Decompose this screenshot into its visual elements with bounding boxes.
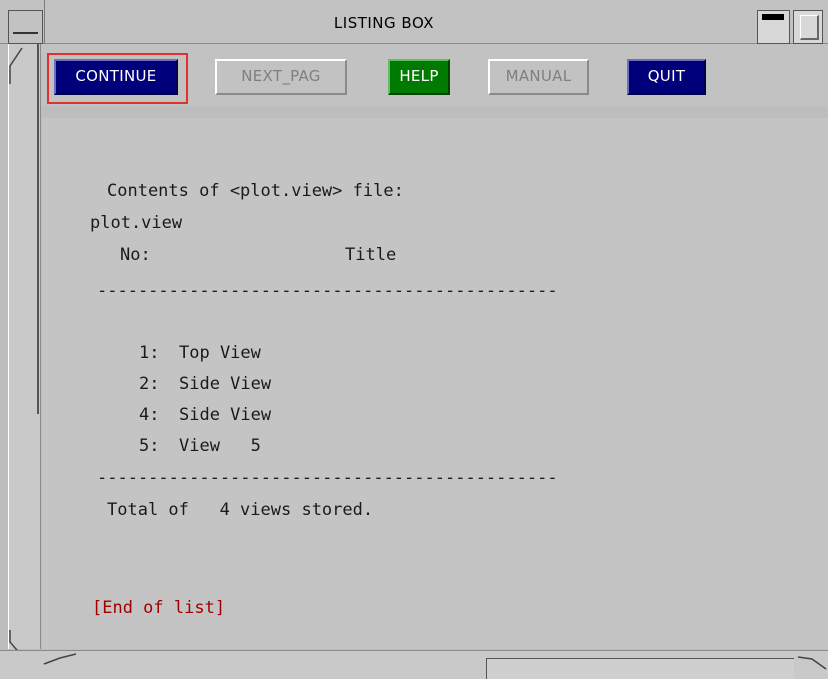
- resize-grip-icon: [43, 653, 77, 665]
- maximize-button[interactable]: [793, 10, 823, 44]
- end-of-list-text: [End of list]: [92, 598, 226, 618]
- separator-line: ----------------------------------------…: [97, 281, 558, 301]
- row-number: 5:: [139, 436, 160, 456]
- listing-filename: plot.view: [90, 213, 183, 233]
- minimize-icon: [762, 14, 784, 20]
- window-title: LISTING BOX: [333, 14, 435, 32]
- menu-bar-icon: [13, 32, 38, 34]
- resize-corner-top-icon: [9, 47, 23, 84]
- minimize-button[interactable]: [757, 10, 790, 44]
- column-header-title: Title: [345, 245, 397, 265]
- next-page-button[interactable]: NEXT_PAG: [215, 59, 347, 95]
- resize-corner-icon[interactable]: [796, 655, 828, 679]
- column-header-no: No:: [120, 245, 151, 265]
- manual-button[interactable]: MANUAL: [488, 59, 589, 95]
- row-title: Top View: [179, 343, 261, 363]
- total-summary: Total of 4 views stored.: [107, 500, 374, 520]
- listing-header: Contents of <plot.view> file:: [107, 181, 404, 201]
- row-number: 4:: [139, 405, 160, 425]
- row-title: Side View: [179, 374, 272, 394]
- focus-ring: [47, 53, 188, 104]
- row-number: 1:: [139, 343, 160, 363]
- row-number: 2:: [139, 374, 160, 394]
- help-button[interactable]: HELP: [388, 59, 450, 95]
- separator-line: ----------------------------------------…: [97, 468, 558, 488]
- status-field: [486, 658, 794, 679]
- rail-divider: [37, 44, 39, 414]
- quit-button[interactable]: QUIT: [627, 59, 706, 95]
- row-title: Side View: [179, 405, 272, 425]
- listing-panel: Contents of <plot.view> file: plot.view …: [42, 118, 828, 649]
- row-title: View 5: [179, 436, 261, 456]
- maximize-icon: [800, 15, 819, 40]
